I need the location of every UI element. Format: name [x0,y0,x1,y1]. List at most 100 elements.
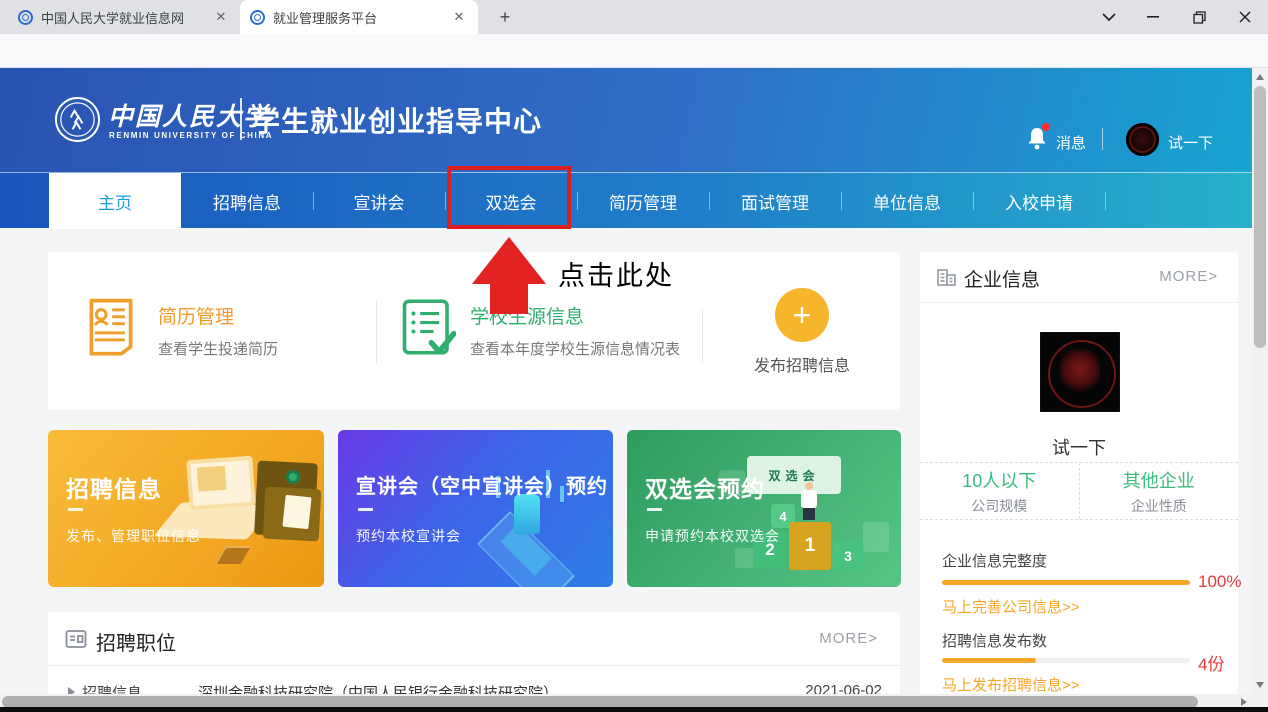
progress-value: 4份 [1198,650,1224,675]
window-restore-button[interactable] [1180,0,1218,34]
browser-window: 中国人民大学就业信息网 ✕ 就业管理服务平台 ✕ + [0,0,1268,712]
progress-label: 企业信息完整度 [942,550,1047,571]
laptop-illustration [186,456,255,510]
tab-close-icon[interactable]: ✕ [450,8,468,26]
progress-bar-postings [942,658,1190,663]
company-info-panel: 企业信息 MORE> 试一下 10人以下 公司规模 其他企业 企业性质 企业信息… [920,252,1238,712]
scroll-right-arrow-icon[interactable] [1241,698,1247,706]
scroll-up-arrow-icon[interactable] [1256,74,1264,80]
stat-label: 公司规模 [971,496,1027,516]
progress-value: 100% [1198,572,1241,592]
quick-link-desc: 查看本年度学校生源信息情况表 [470,338,680,359]
complete-company-info-link[interactable]: 马上完善公司信息>> [942,596,1080,617]
progress-fill [942,658,1036,663]
ruc-seal-logo-icon [54,96,101,148]
building-icon [936,266,957,292]
stat-company-size: 10人以下 公司规模 [920,463,1079,519]
annotation-highlight-box [447,166,571,229]
hologram-illustration [514,494,540,534]
header-divider [240,98,242,140]
annotation-arrow-icon [490,282,528,314]
coin-illustration [286,470,300,484]
new-tab-button[interactable]: + [492,5,518,31]
banner-subtitle: 预约本校宣讲会 [356,526,461,546]
stat-label: 企业性质 [1131,496,1187,516]
tab-title: 就业管理服务平台 [273,8,442,27]
publish-job-label[interactable]: 发布招聘信息 [738,352,866,376]
tab-ruc-job-site[interactable]: 中国人民大学就业信息网 ✕ [8,0,240,34]
banner-recruit-info[interactable]: 招聘信息 发布、管理职位信息 [48,430,324,587]
messages-link[interactable]: 消息 [1056,132,1086,153]
notification-bell-icon[interactable] [1026,126,1050,152]
window-bottom-edge [0,707,1268,712]
scroll-down-arrow-icon[interactable] [1256,682,1264,688]
site-title: 学生就业创业指导中心 [252,100,542,140]
vertical-scrollbar-thumb[interactable] [1254,86,1266,348]
nav-separator [445,192,446,210]
university-name-cn: 中国人民大学 [108,97,270,133]
banner-dash [68,508,83,511]
annotation-arrow-icon [472,237,546,284]
person-illustration [801,490,817,508]
header-divider [1102,128,1103,150]
tab-employment-platform[interactable]: 就业管理服务平台 ✕ [240,0,478,34]
nav-item-info-session[interactable]: 宣讲会 [313,173,445,229]
person-illustration [805,482,813,490]
main-nav: 主页 招聘信息 宣讲会 双选会 简历管理 面试管理 单位信息 入校申请 [0,172,1268,228]
banner-dash [358,508,373,511]
publish-recruit-info-link[interactable]: 马上发布招聘信息>> [942,674,1080,695]
banner-info-session-booking[interactable]: 宣讲会（空中宣讲会）预约 预约本校宣讲会 [338,430,613,587]
podium-block: 3 [833,542,863,570]
nav-item-company-info[interactable]: 单位信息 [841,173,973,229]
window-close-button[interactable] [1226,0,1264,34]
nav-item-home[interactable]: 主页 [49,173,181,229]
annotation-text: 点击此处 [558,254,674,293]
card-divider [376,300,377,364]
nav-separator [313,192,314,210]
stat-company-type: 其他企业 企业性质 [1079,463,1239,519]
vertical-scrollbar[interactable] [1252,68,1268,694]
nav-item-campus-entry[interactable]: 入校申请 [973,173,1105,229]
notification-dot [1042,123,1050,131]
banner-job-fair-booking[interactable]: 双选会 4 2 1 3 双选会预约 申请预约本校双选会 [627,430,901,587]
window-minimize-button[interactable] [1134,0,1172,34]
nav-item-recruit-info[interactable]: 招聘信息 [181,173,313,229]
company-more-link[interactable]: MORE> [1159,268,1218,285]
user-avatar[interactable] [1126,123,1159,156]
card-divider [48,665,900,666]
quick-link-desc: 查看学生投递简历 [158,338,278,359]
banner-subtitle: 发布、管理职位信息 [66,526,201,546]
nav-item-interview-mgmt[interactable]: 面试管理 [709,173,841,229]
nav-item-resume-mgmt[interactable]: 简历管理 [577,173,709,229]
banner-title: 招聘信息 [66,470,162,504]
podium-block: 1 [789,522,831,570]
ruc-favicon-icon [250,10,265,25]
paper-illustration [282,495,311,530]
tab-search-chevron-icon[interactable] [1090,0,1128,34]
quick-link-title[interactable]: 简历管理 [158,302,234,329]
address-bar [0,34,1268,68]
stat-value: 10人以下 [962,467,1036,493]
background-shape [863,522,889,552]
progress-label: 招聘信息发布数 [942,630,1047,651]
publish-job-button[interactable]: + [775,288,829,342]
banner-title: 双选会预约 [645,470,765,504]
username-label[interactable]: 试一下 [1168,132,1213,153]
person-illustration [803,508,815,520]
banner-dash [647,508,662,511]
tab-close-icon[interactable]: ✕ [212,8,230,26]
card-divider [920,302,1238,303]
resume-document-icon [84,296,138,361]
progress-fill [942,580,1190,585]
tab-title: 中国人民大学就业信息网 [41,8,204,27]
card-divider [702,310,703,362]
company-section-title: 企业信息 [964,265,1040,292]
company-logo [1040,332,1120,412]
banner-title: 宣讲会（空中宣讲会）预约 [356,470,608,499]
university-name-en: RENMIN UNIVERSITY OF CHINA [109,131,273,140]
stat-value: 其他企业 [1123,467,1195,493]
company-name: 试一下 [920,434,1238,460]
jobs-more-link[interactable]: MORE> [819,630,878,647]
company-stats: 10人以下 公司规模 其他企业 企业性质 [920,462,1238,520]
student-source-checklist-icon [400,296,456,363]
